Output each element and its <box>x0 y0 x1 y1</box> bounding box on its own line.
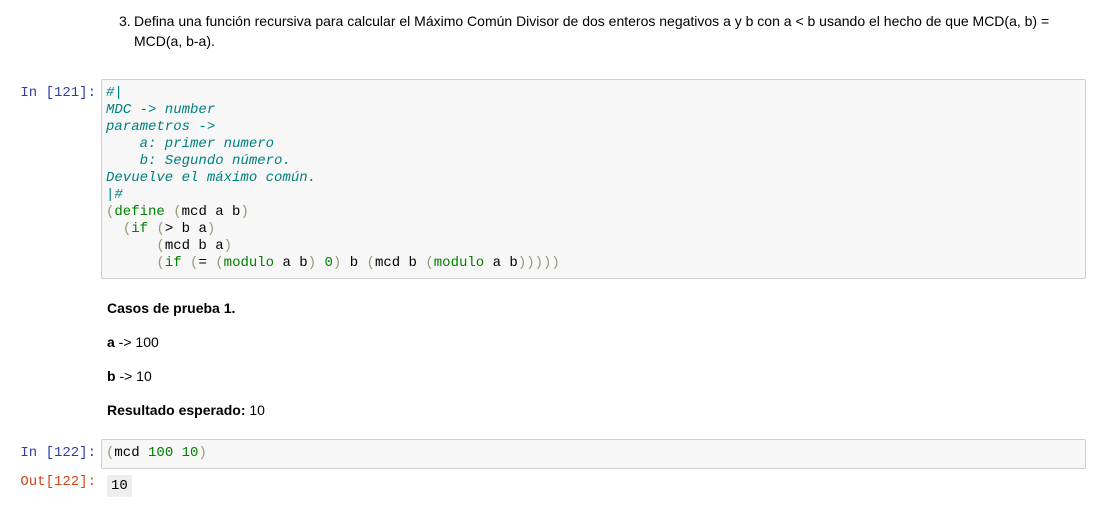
code-cell-121[interactable]: #| MDC -> number parametros -> a: primer… <box>101 79 1086 279</box>
exercise-number: 3. <box>119 13 131 29</box>
condition: > b a <box>164 221 207 237</box>
cell-122-prompt: In [122]: <box>20 445 96 461</box>
comment-line: parametros -> <box>106 119 216 135</box>
cell-122-out-prompt: Out[122]: <box>20 474 96 490</box>
test-case-a: a -> 100 <box>107 334 159 350</box>
modulo-builtin: modulo <box>433 255 485 271</box>
code-cell-122[interactable]: (mcd 100 10) <box>101 439 1086 469</box>
comment-line: MDC -> number <box>106 102 216 118</box>
cell-121-prompt: In [121]: <box>20 85 96 101</box>
if-keyword: if <box>164 255 182 271</box>
comment-line: a: primer numero <box>106 136 275 152</box>
modulo-builtin: modulo <box>223 255 275 271</box>
eq-op: = <box>198 255 216 271</box>
comment-line: Devuelve el máximo común. <box>106 170 317 186</box>
recursive-call: mcd b <box>374 255 426 271</box>
number-literal: 0 <box>324 255 333 271</box>
function-head: mcd a b <box>181 204 241 220</box>
modulo-args: a b <box>274 255 308 271</box>
test-case-b: b -> 10 <box>107 368 152 384</box>
number-literal: 100 <box>148 445 174 461</box>
exercise-list: 3. Defina una función recursiva para cal… <box>110 11 1070 51</box>
comment-line: b: Segundo número. <box>106 153 291 169</box>
comment-line: #| <box>106 85 123 101</box>
exercise-text: Defina una función recursiva para calcul… <box>134 13 1050 49</box>
test-case-title: Casos de prueba 1. <box>107 300 236 316</box>
recursive-call: mcd b a <box>164 238 224 254</box>
if-keyword: if <box>131 221 149 237</box>
code-editor-121[interactable]: #| MDC -> number parametros -> a: primer… <box>102 80 1085 277</box>
cell-output: 10 <box>107 475 132 497</box>
number-literal: 10 <box>181 445 199 461</box>
expected-result: Resultado esperado: 10 <box>107 402 265 418</box>
exercise-item: 3. Defina una función recursiva para cal… <box>110 11 1070 51</box>
define-keyword: define <box>114 204 165 220</box>
comment-line: |# <box>106 187 123 203</box>
code-editor-122[interactable]: (mcd 100 10) <box>102 440 1085 467</box>
function-call: mcd <box>114 445 140 461</box>
code-fragment: b <box>341 255 367 271</box>
modulo-args: a b <box>484 255 518 271</box>
